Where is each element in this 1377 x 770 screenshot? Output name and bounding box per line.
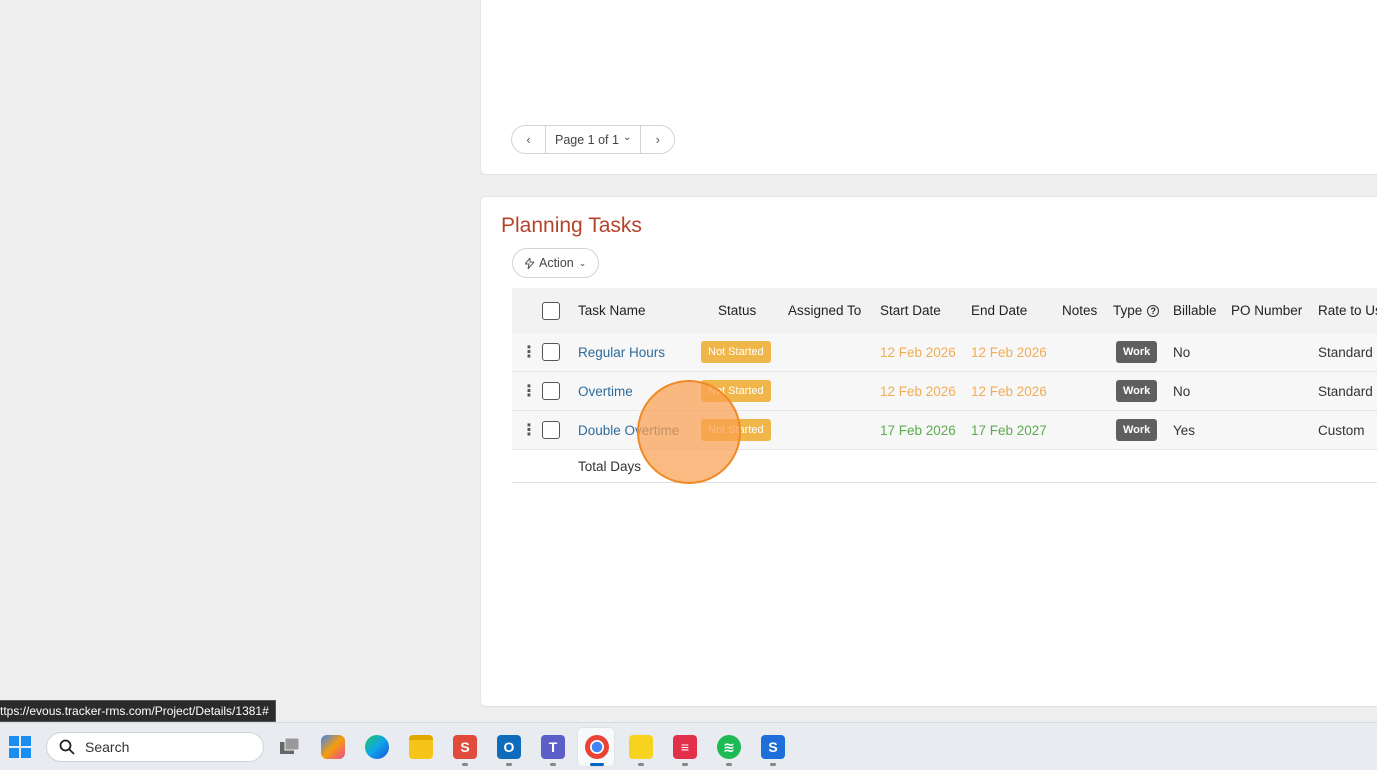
running-indicator [638,763,644,766]
action-button[interactable]: Action ⌄ [512,248,600,278]
end-date: 12 Feb 2026 [971,383,1047,399]
start-date: 12 Feb 2026 [880,383,956,399]
page-select[interactable]: Page 1 of 1 ⌄ [545,126,642,153]
header-type[interactable]: Type ? [1113,288,1160,333]
windows-start-icon[interactable] [9,736,31,758]
type-badge: Work [1116,419,1158,441]
running-indicator [682,763,688,766]
next-page-button[interactable]: › [641,126,674,153]
section-title: Planning Tasks [501,214,642,237]
chevron-down-icon: ⌄ [622,132,632,143]
running-indicator [770,763,776,766]
row-menu-icon[interactable]: ⋮ [521,333,537,371]
rate-value: Custom [1318,422,1365,438]
header-end-date[interactable]: End Date [971,288,1027,333]
lightning-icon [525,257,534,269]
status-badge: Not Started [701,341,771,363]
table-row: ⋮ Regular Hours Not Started 12 Feb 2026 … [512,333,1377,372]
total-row: Total Days [512,450,1377,483]
pagination: ‹ Page 1 of 1 ⌄ › [511,125,676,154]
header-notes[interactable]: Notes [1062,288,1097,333]
rate-value: Standard [1318,383,1373,399]
running-indicator [506,763,512,766]
help-icon[interactable]: ? [1147,304,1160,317]
taskbar: Search S O T ≡ ≋ S [0,722,1377,770]
sticky-notes-icon[interactable] [629,735,653,759]
active-indicator [590,763,604,766]
todoist-icon[interactable]: ≡ [673,735,697,759]
row-checkbox[interactable] [542,421,560,439]
outlook-icon[interactable]: O [497,735,521,759]
task-name-link[interactable]: Double Overtime [578,411,679,449]
row-menu-icon[interactable]: ⋮ [521,411,537,449]
header-type-label: Type [1113,303,1143,318]
total-days-label: Total Days [578,458,642,474]
spotify-icon[interactable]: ≋ [717,735,741,759]
type-badge: Work [1116,341,1158,363]
header-rate[interactable]: Rate to Us [1318,288,1377,333]
edge-icon[interactable] [365,735,389,759]
snagit-editor-icon[interactable]: S [761,735,785,759]
prev-page-button[interactable]: ‹ [512,126,545,153]
page-label: Page 1 of 1 [555,132,619,147]
task-name-link[interactable]: Regular Hours [578,333,665,371]
copilot-icon[interactable] [321,735,345,759]
end-date: 17 Feb 2027 [971,422,1047,438]
running-indicator [550,763,556,766]
running-indicator [726,763,732,766]
start-date: 17 Feb 2026 [880,422,956,438]
header-start-date[interactable]: Start Date [880,288,941,333]
row-checkbox[interactable] [542,343,560,361]
billable-value: Yes [1173,422,1196,438]
taskbar-search[interactable]: Search [46,732,264,762]
header-billable[interactable]: Billable [1173,288,1217,333]
search-icon [59,739,75,755]
row-checkbox[interactable] [542,382,560,400]
billable-value: No [1173,383,1191,399]
billable-value: No [1173,344,1191,360]
select-all-checkbox[interactable] [542,301,560,320]
type-badge: Work [1116,380,1158,402]
status-bar-url: ttps://evous.tracker-rms.com/Project/Det… [0,700,276,722]
snagit-icon[interactable]: S [453,735,477,759]
header-po-number[interactable]: PO Number [1231,288,1302,333]
header-status[interactable]: Status [718,288,756,333]
action-label: Action [539,256,574,270]
start-date: 12 Feb 2026 [880,344,956,360]
chevron-down-icon: ⌄ [578,257,587,268]
end-date: 12 Feb 2026 [971,344,1047,360]
status-badge: Not Started [701,380,771,402]
status-badge: Not Started [701,419,771,441]
task-name-link[interactable]: Overtime [578,372,633,410]
table-row: ⋮ Double Overtime Not Started 17 Feb 202… [512,411,1377,450]
tasks-table: Task Name Status Assigned To Start Date … [512,288,1377,483]
header-assigned-to[interactable]: Assigned To [788,288,861,333]
chrome-icon[interactable] [585,735,609,759]
planning-tasks-panel: Planning Tasks Action ⌄ Task Name Status… [480,196,1377,707]
row-menu-icon[interactable]: ⋮ [521,372,537,410]
table-header-row: Task Name Status Assigned To Start Date … [512,288,1377,333]
header-task-name[interactable]: Task Name [578,288,646,333]
teams-icon[interactable]: T [541,735,565,759]
running-indicator [462,763,468,766]
rate-value: Standard [1318,344,1373,360]
file-explorer-icon[interactable] [409,735,433,759]
search-placeholder: Search [85,739,130,755]
task-view-icon[interactable] [278,735,302,759]
table-row: ⋮ Overtime Not Started 12 Feb 2026 12 Fe… [512,372,1377,411]
